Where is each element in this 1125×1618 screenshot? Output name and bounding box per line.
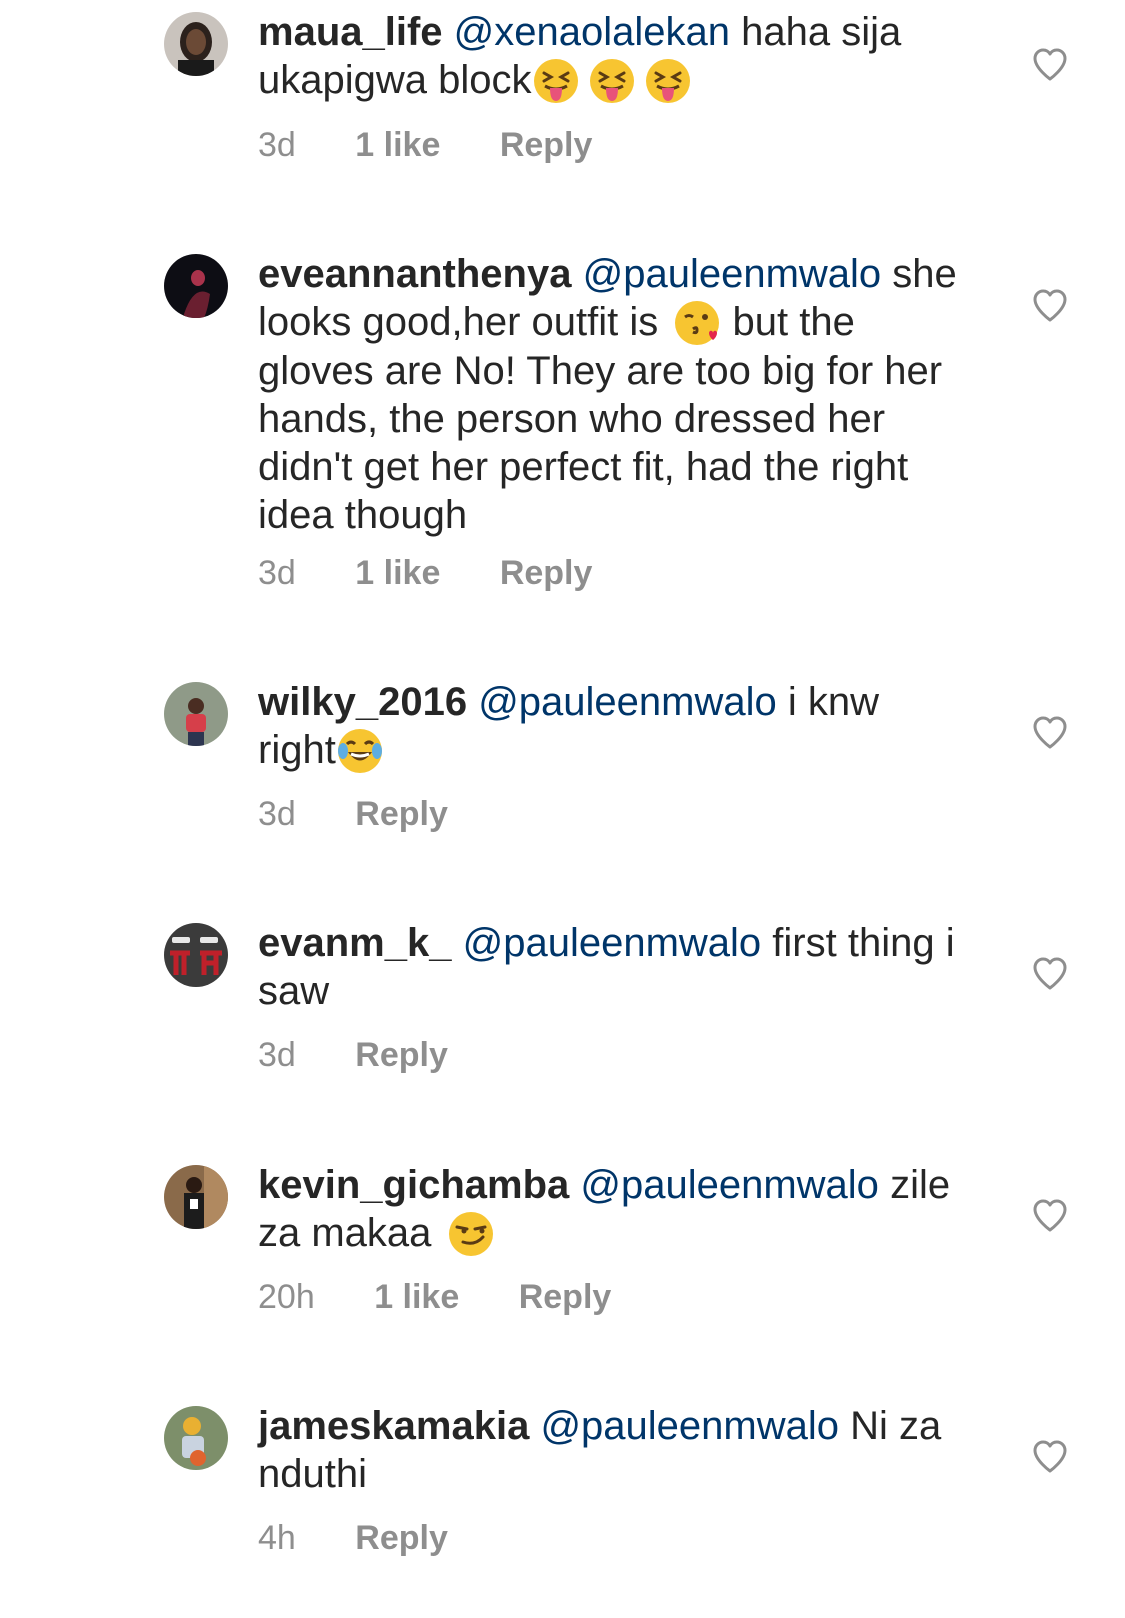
comment-text: jameskamakia @pauleenmwalo Ni za nduthi [258, 1402, 958, 1498]
comment-meta: 4h Reply [258, 1519, 448, 1558]
comment-timestamp: 20h [258, 1278, 315, 1316]
reply-button[interactable]: Reply [355, 795, 448, 834]
smirking-face-icon [447, 1210, 495, 1258]
comment-username[interactable]: maua_life [258, 10, 443, 54]
heart-outline-icon[interactable] [1030, 44, 1070, 84]
reply-button[interactable]: Reply [519, 1278, 612, 1317]
comment-username[interactable]: evanm_k_ [258, 921, 451, 965]
heart-outline-icon[interactable] [1030, 953, 1070, 993]
comment-text: kevin_gichamba @pauleenmwalo zile za mak… [258, 1161, 958, 1258]
comment-timestamp: 3d [258, 126, 296, 164]
comment-like-count[interactable]: 1 like [374, 1278, 459, 1317]
comment-like-count[interactable]: 1 like [355, 554, 440, 593]
reply-button[interactable]: Reply [500, 554, 593, 593]
avatar[interactable] [164, 12, 228, 76]
comment-timestamp: 3d [258, 554, 296, 592]
comment-text: eveannanthenya @pauleenmwalo she looks g… [258, 250, 958, 539]
comment-mention[interactable]: @pauleenmwalo [478, 680, 777, 724]
comment-text: evanm_k_ @pauleenmwalo first thing i saw [258, 919, 958, 1015]
comment-username[interactable]: wilky_2016 [258, 680, 467, 724]
comment-text: maua_life @xenaolalekan haha sija ukapig… [258, 8, 958, 105]
avatar[interactable] [164, 682, 228, 746]
comment-meta: 20h 1 like Reply [258, 1278, 611, 1317]
comment-text: wilky_2016 @pauleenmwalo i knw right [258, 678, 958, 775]
reply-button[interactable]: Reply [355, 1519, 448, 1558]
comment-timestamp: 3d [258, 795, 296, 833]
heart-outline-icon[interactable] [1030, 1195, 1070, 1235]
comment-username[interactable]: eveannanthenya [258, 252, 571, 296]
avatar[interactable] [164, 254, 228, 318]
comment-mention[interactable]: @pauleenmwalo [580, 1163, 879, 1207]
comment-like-count[interactable]: 1 like [355, 126, 440, 165]
avatar[interactable] [164, 1406, 228, 1470]
comment-meta: 3d Reply [258, 795, 448, 834]
avatar[interactable] [164, 1165, 228, 1229]
comment-timestamp: 3d [258, 1036, 296, 1074]
face-blowing-kiss-icon [673, 299, 721, 347]
face-with-tears-of-joy-icon [336, 727, 384, 775]
comment-username[interactable]: kevin_gichamba [258, 1163, 569, 1207]
avatar[interactable] [164, 923, 228, 987]
comment-mention[interactable]: @pauleenmwalo [463, 921, 762, 965]
reply-button[interactable]: Reply [355, 1036, 448, 1075]
comment-username[interactable]: jameskamakia [258, 1404, 529, 1448]
comment-mention[interactable]: @pauleenmwalo [540, 1404, 839, 1448]
comment-mention[interactable]: @pauleenmwalo [583, 252, 882, 296]
comment-meta: 3d 1 like Reply [258, 554, 592, 593]
heart-outline-icon[interactable] [1030, 712, 1070, 752]
squinting-face-with-tongue-icon [588, 57, 636, 105]
comment-timestamp: 4h [258, 1519, 296, 1557]
squinting-face-with-tongue-icon [644, 57, 692, 105]
squinting-face-with-tongue-icon [532, 57, 580, 105]
heart-outline-icon[interactable] [1030, 1436, 1070, 1476]
reply-button[interactable]: Reply [500, 126, 593, 165]
comment-meta: 3d Reply [258, 1036, 448, 1075]
heart-outline-icon[interactable] [1030, 285, 1070, 325]
comment-mention[interactable]: @xenaolalekan [454, 10, 730, 54]
comment-meta: 3d 1 like Reply [258, 126, 592, 165]
